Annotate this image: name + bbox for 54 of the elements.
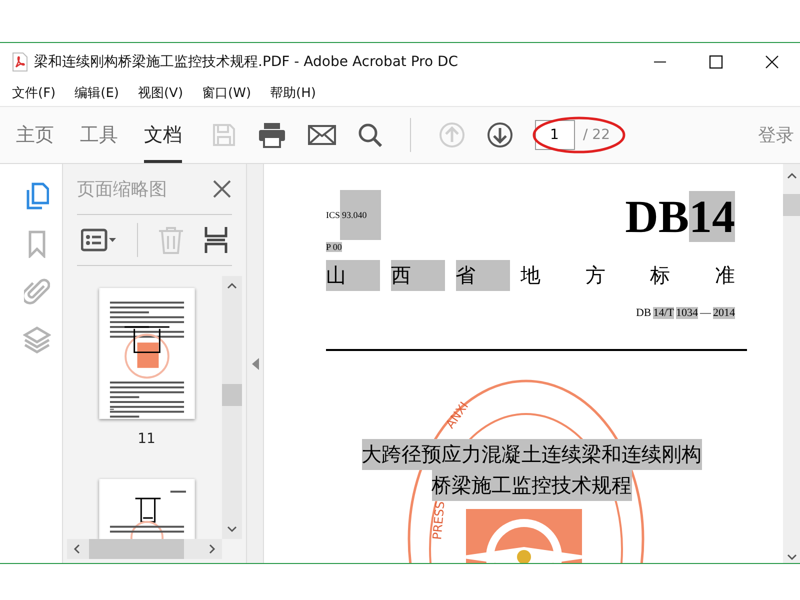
document-title: 桥梁施工监控技术规程 (432, 470, 632, 501)
menu-item[interactable]: 窗口(W) (202, 84, 252, 102)
pdf-file-icon (12, 52, 28, 72)
toolbar-tab[interactable]: 主页 (16, 107, 54, 163)
menu-item[interactable]: 帮助(H) (270, 84, 316, 102)
standard-type-char: 方 (585, 262, 606, 289)
scroll-down-icon[interactable] (227, 525, 237, 533)
maximize-icon[interactable] (709, 54, 723, 68)
standard-type-char: 标 (650, 262, 670, 289)
ics-code: ICS (326, 210, 340, 220)
seal-text: PRESS (430, 500, 448, 540)
standard-type-char: 山 (326, 260, 380, 291)
menu-item[interactable]: 编辑(E) (74, 84, 119, 102)
standard-number: 14/T (653, 307, 674, 319)
scrollbar-thumb[interactable] (89, 539, 184, 559)
standard-logo: 14 (689, 191, 735, 242)
standard-number: 2014 (713, 307, 735, 319)
scroll-left-icon[interactable] (73, 544, 81, 554)
scrollbar-thumb[interactable] (783, 194, 800, 216)
scroll-up-icon[interactable] (786, 172, 796, 180)
menu-item[interactable]: 视图(V) (138, 84, 184, 102)
window-title: 梁和连续刚构桥梁施工监控技术规程.PDF - Adobe Acrobat Pro DC (34, 52, 460, 70)
standard-type-char: 准 (714, 262, 735, 289)
panel-title: 页面缩略图 (77, 178, 168, 201)
menu-item[interactable]: 文件(F) (12, 84, 56, 102)
page-count: / 22 (583, 127, 610, 143)
thumbnail-options-icon[interactable] (81, 228, 117, 252)
close-icon[interactable] (765, 54, 779, 68)
insert-page-icon[interactable] (204, 226, 228, 254)
page-thumbnail-drawing[interactable] (98, 478, 194, 539)
standard-number: DB (636, 307, 652, 319)
document-title: 大跨径预应力混凝土连续梁和连续刚构 (362, 438, 702, 470)
page-label: 11 (138, 430, 156, 447)
toolbar-tab[interactable]: 工具 (80, 107, 118, 163)
collapse-arrow-icon[interactable] (252, 358, 258, 370)
printer-icon[interactable] (258, 122, 286, 148)
arrow-down-icon[interactable] (487, 122, 513, 148)
paperclip-icon[interactable] (24, 278, 50, 306)
standard-type-char: 省 (456, 260, 510, 291)
standard-type-char: 西 (390, 260, 445, 291)
scroll-up-icon[interactable] (227, 282, 237, 290)
scroll-right-icon[interactable] (208, 544, 216, 554)
ics-code: 93.040 (340, 190, 381, 240)
search-icon[interactable] (358, 123, 382, 147)
standard-number: 1034 (676, 307, 698, 319)
standard-number: — (700, 307, 711, 319)
standard-logo: DB (625, 191, 689, 242)
scroll-down-icon[interactable] (786, 553, 796, 561)
classification-code: P 00 (326, 242, 342, 252)
envelope-icon[interactable] (308, 125, 336, 145)
pages-icon[interactable] (25, 182, 49, 210)
scrollbar-thumb[interactable] (222, 384, 242, 406)
standard-type-char: 地 (520, 262, 540, 289)
page-thumbnail-drawing[interactable] (98, 288, 194, 419)
